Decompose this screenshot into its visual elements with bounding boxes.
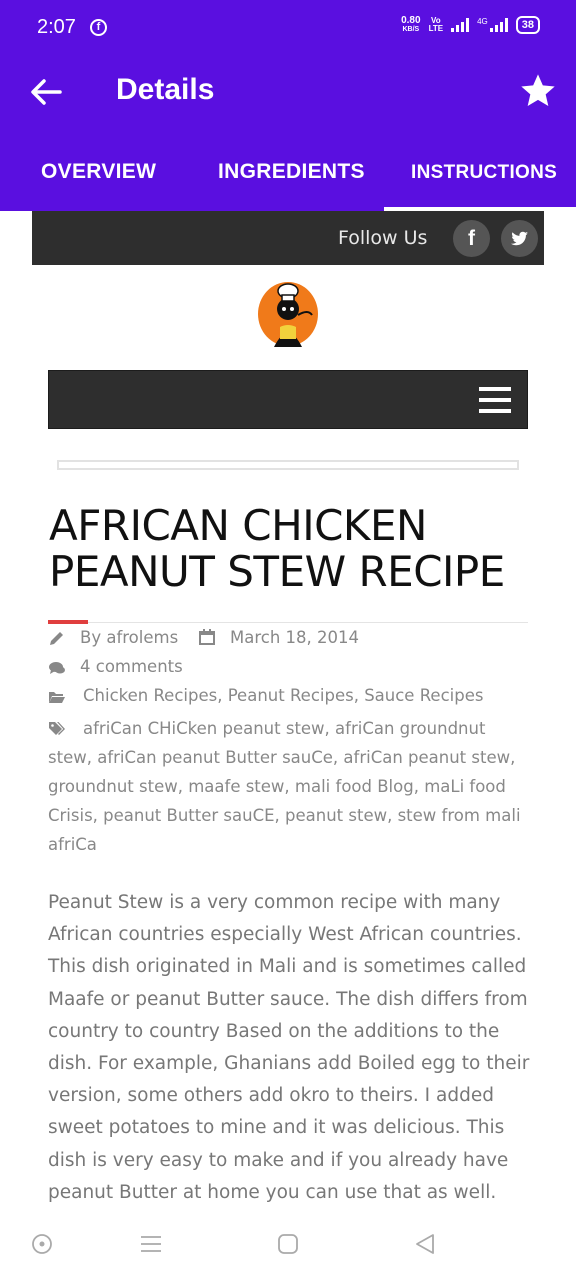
back-button[interactable] — [26, 74, 66, 110]
comments-icon — [49, 662, 65, 674]
status-time: 2:07 — [37, 16, 76, 38]
tags-icon — [49, 722, 65, 735]
status-indicators: 0.80 KB/S Vo LTE 4G 38 — [401, 16, 540, 34]
signal-icon-2 — [489, 18, 508, 32]
post-tags[interactable]: afriCan CHiCken peanut stew, afriCan gro… — [48, 714, 528, 859]
post-author[interactable]: By afrolems — [80, 628, 178, 647]
post-meta-tags: afriCan CHiCken peanut stew, afriCan gro… — [48, 714, 528, 859]
hamburger-menu-icon[interactable] — [479, 387, 511, 413]
page-title: Details — [116, 73, 215, 106]
pencil-icon — [50, 632, 63, 645]
twitter-bird-icon — [511, 231, 528, 246]
follow-us-label: Follow Us — [338, 227, 428, 249]
volte-icon: Vo LTE — [429, 17, 444, 33]
twitter-icon[interactable] — [501, 220, 538, 257]
network-type: 4G — [477, 16, 488, 26]
facebook-notification-icon: f — [90, 19, 107, 36]
system-nav-bar — [0, 1208, 576, 1280]
folder-icon — [49, 692, 65, 703]
network-speed: 0.80 KB/S — [401, 16, 420, 34]
battery-icon: 38 — [515, 16, 540, 34]
tab-ingredients[interactable]: INGREDIENTS — [218, 160, 365, 184]
site-menu-bar — [48, 370, 528, 429]
network-speed-value: 0.80 — [401, 15, 421, 26]
post-comments-link[interactable]: 4 comments — [80, 657, 183, 676]
tab-instructions[interactable]: INSTRUCTIONS — [411, 162, 557, 184]
favorite-button[interactable] — [518, 71, 558, 111]
post-title: AFRICAN CHICKEN PEANUT STEW RECIPE — [49, 501, 505, 596]
search-bar[interactable] — [57, 460, 519, 470]
title-divider — [48, 622, 528, 623]
calendar-icon — [199, 629, 215, 645]
post-categories[interactable]: Chicken Recipes, Peanut Recipes, Sauce R… — [83, 686, 483, 705]
menu-icon[interactable] — [139, 1232, 163, 1256]
site-logo[interactable] — [256, 279, 320, 347]
tab-bar: OVERVIEW INGREDIENTS INSTRUCTIONS — [0, 152, 576, 211]
title-accent-bar — [48, 620, 88, 624]
network-speed-unit: KB/S — [402, 26, 420, 33]
app-bar: Details OVERVIEW INGREDIENTS INSTRUCTION… — [0, 56, 576, 211]
post-date: March 18, 2014 — [230, 628, 360, 647]
star-icon — [521, 74, 555, 106]
home-icon[interactable] — [276, 1232, 300, 1256]
facebook-icon[interactable]: f — [453, 220, 490, 257]
follow-bar: Follow Us f — [32, 211, 544, 265]
tab-overview[interactable]: OVERVIEW — [41, 160, 156, 184]
assistant-icon[interactable] — [30, 1232, 54, 1256]
back-nav-icon[interactable] — [413, 1232, 437, 1256]
signal-icon — [451, 18, 470, 32]
post-body: Peanut Stew is a very common recipe with… — [48, 892, 530, 1203]
volte-bottom: LTE — [428, 24, 444, 33]
arrow-left-icon — [31, 79, 62, 105]
status-bar: 2:07 f 0.80 KB/S Vo LTE 4G 38 — [0, 0, 576, 56]
